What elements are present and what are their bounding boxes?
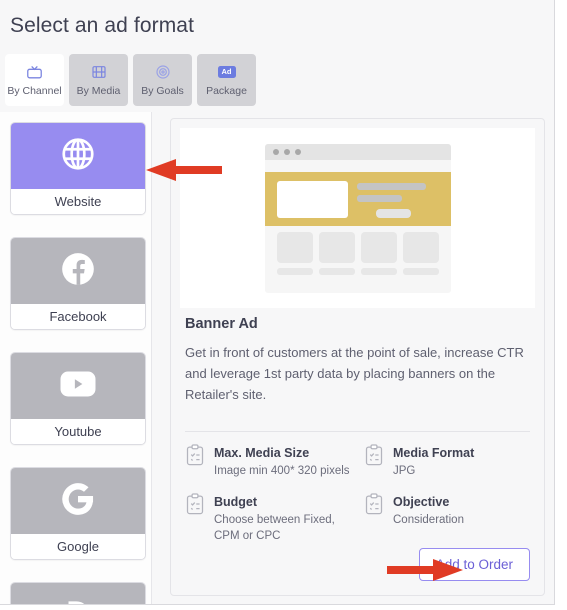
spec-label: Budget	[214, 495, 258, 509]
add-to-order-button[interactable]: Add to Order	[418, 548, 530, 581]
channel-label-facebook: Facebook	[11, 304, 145, 329]
channel-thumb	[11, 238, 145, 304]
mock-product-card	[318, 231, 355, 275]
channel-item-youtube[interactable]: Youtube	[10, 352, 146, 445]
window-dot-icon	[283, 148, 290, 155]
channel-item-partial[interactable]	[10, 582, 146, 604]
window-dot-icon	[272, 148, 279, 155]
tab-by-media-label: By Media	[76, 84, 121, 97]
spec-label: Max. Media Size	[214, 446, 310, 460]
spec-value: Choose between Fixed, CPM or CPC	[214, 514, 335, 542]
channel-item-website[interactable]: Website	[10, 122, 146, 215]
channel-label-youtube: Youtube	[11, 419, 145, 444]
format-specs: Max. Media Size Image min 400* 320 pixel…	[185, 444, 533, 544]
mock-product-card	[360, 231, 397, 275]
display-icon	[59, 595, 97, 604]
tab-package-label: Package	[206, 84, 247, 97]
spec-value: Consideration	[393, 514, 464, 526]
clipboard-check-icon	[364, 493, 384, 544]
format-description: Get in front of customers at the point o…	[185, 345, 524, 402]
spec-objective: Objective Consideration	[364, 493, 533, 544]
channel-list: Website Facebook Youtube Google	[0, 112, 152, 604]
format-tabs: By Channel By Media By Goals Ad Package	[5, 54, 256, 106]
mock-browser-bar	[264, 143, 451, 160]
mock-product-card	[402, 231, 439, 275]
channel-thumb	[11, 123, 145, 189]
mock-banner-headline	[356, 182, 426, 190]
mock-product-grid	[265, 231, 451, 275]
target-icon	[155, 64, 171, 81]
mock-product-card	[276, 231, 313, 275]
spec-media-format: Media Format JPG	[364, 444, 533, 479]
divider	[185, 431, 530, 432]
channel-item-google[interactable]: Google	[10, 467, 146, 560]
spec-value: JPG	[393, 465, 416, 477]
spec-budget: Budget Choose between Fixed, CPM or CPC	[185, 493, 354, 544]
youtube-icon	[58, 369, 98, 404]
channel-thumb	[11, 353, 145, 419]
clipboard-check-icon	[185, 444, 205, 479]
channel-label-website: Website	[11, 189, 145, 214]
tab-package[interactable]: Ad Package	[197, 54, 256, 106]
channel-thumb	[11, 468, 145, 534]
film-icon	[91, 64, 107, 81]
spec-label: Objective	[393, 495, 450, 509]
spec-value: Image min 400* 320 pixels	[214, 465, 350, 477]
tab-by-channel-label: By Channel	[7, 84, 62, 97]
mock-banner-image	[276, 180, 348, 218]
ad-badge-icon: Ad	[217, 64, 236, 81]
banner-ad-mockup	[264, 143, 451, 293]
mock-banner-subline	[356, 194, 402, 202]
channel-thumb	[11, 583, 145, 604]
format-detail-panel: Banner Ad Get in front of customers at t…	[170, 118, 545, 596]
format-preview	[180, 128, 535, 308]
spec-max-media-size: Max. Media Size Image min 400* 320 pixel…	[185, 444, 354, 479]
spec-label: Media Format	[393, 446, 475, 460]
mock-banner-placement	[264, 171, 451, 226]
window-dot-icon	[294, 148, 301, 155]
clipboard-check-icon	[364, 444, 384, 479]
tab-by-media[interactable]: By Media	[69, 54, 128, 106]
clipboard-check-icon	[185, 493, 205, 544]
tab-by-goals[interactable]: By Goals	[133, 54, 192, 106]
tab-by-goals-label: By Goals	[141, 84, 184, 97]
tab-by-channel[interactable]: By Channel	[5, 54, 64, 106]
globe-icon	[59, 135, 97, 178]
google-g-icon	[59, 480, 97, 523]
mock-banner-cta	[375, 208, 411, 218]
format-title: Banner Ad	[185, 316, 258, 332]
channel-item-facebook[interactable]: Facebook	[10, 237, 146, 330]
ad-format-modal: Select an ad format By Channel By Media	[0, 0, 555, 605]
facebook-icon	[59, 250, 97, 293]
tv-icon	[26, 64, 43, 81]
page-title: Select an ad format	[10, 14, 194, 37]
channel-label-google: Google	[11, 534, 145, 559]
